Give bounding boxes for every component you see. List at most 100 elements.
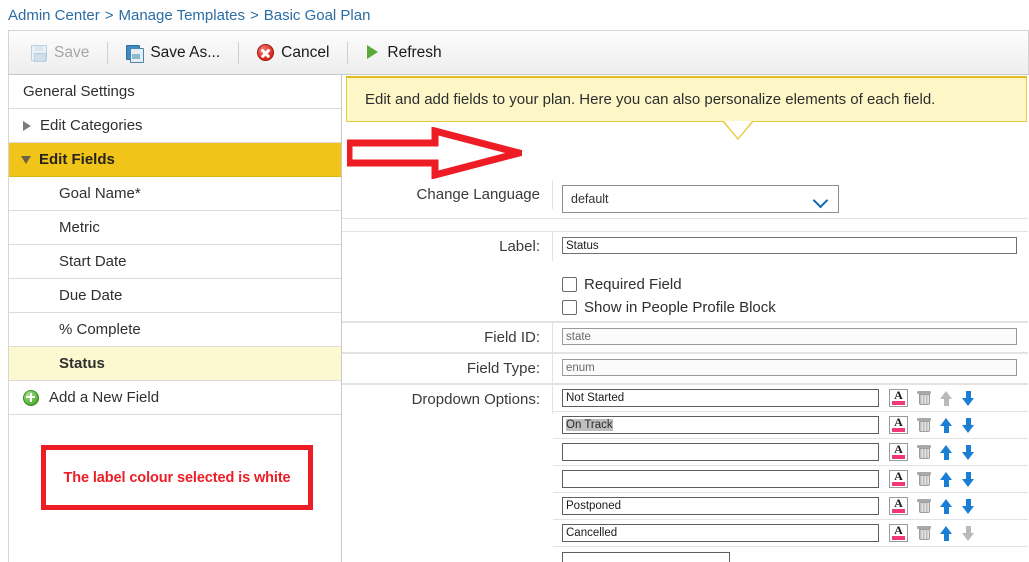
sidebar-item-label: General Settings — [23, 83, 135, 100]
change-language-selected-value: default — [571, 192, 609, 206]
breadcrumb-item-admin-center[interactable]: Admin Center — [8, 7, 100, 24]
change-language-label: Change Language — [342, 180, 553, 209]
info-banner: Edit and add fields to your plan. Here y… — [346, 76, 1027, 122]
sidebar-item-status[interactable]: Status — [9, 347, 341, 381]
dropdown-option-input[interactable]: Postponed — [562, 497, 879, 515]
breadcrumb-separator: > — [249, 6, 259, 24]
dropdown-option-actions: A — [889, 497, 975, 515]
save-as-button-label: Save As... — [150, 43, 221, 61]
breadcrumb-item-manage-templates[interactable]: Manage Templates — [118, 7, 244, 24]
move-up-icon[interactable] — [940, 444, 953, 460]
dropdown-option-input[interactable] — [562, 443, 879, 461]
cancel-button-label: Cancel — [281, 43, 330, 61]
toolbar: Save Save As... Cancel Refresh — [8, 30, 1029, 75]
show-in-people-profile-block-checkbox-row[interactable]: Show in People Profile Block — [562, 299, 1028, 316]
trash-icon[interactable] — [917, 498, 931, 514]
sidebar-item-label: Status — [59, 355, 105, 372]
cancel-button[interactable]: Cancel — [253, 42, 333, 64]
sidebar-item-start-date[interactable]: Start Date — [9, 245, 341, 279]
change-language-select[interactable]: default — [562, 185, 839, 213]
save-button: Save — [27, 42, 93, 64]
dropdown-option-actions: A — [889, 524, 975, 542]
show-in-people-profile-block-label: Show in People Profile Block — [584, 299, 776, 316]
dropdown-option-actions: A — [889, 470, 975, 488]
refresh-button[interactable]: Refresh — [362, 42, 445, 64]
move-up-icon[interactable] — [940, 525, 953, 541]
sidebar-item-label: Due Date — [59, 287, 123, 304]
trash-icon[interactable] — [917, 471, 931, 487]
trash-icon[interactable] — [917, 444, 931, 460]
required-field-checkbox[interactable] — [562, 277, 577, 292]
sidebar-item-goal-name[interactable]: Goal Name* — [9, 177, 341, 211]
sidebar-item-label: Goal Name* — [59, 185, 141, 202]
main-content: General Settings Edit Categories Edit Fi… — [8, 75, 1029, 562]
font-color-icon[interactable]: A — [889, 443, 908, 461]
trash-icon[interactable] — [917, 390, 931, 406]
add-a-new-field-label: Add a New Field — [49, 389, 160, 406]
move-up-icon — [940, 390, 953, 406]
font-color-icon[interactable]: A — [889, 497, 908, 515]
label-field-label: Label: — [342, 232, 553, 261]
plus-circle-icon — [23, 389, 39, 406]
add-a-new-field-button[interactable]: Add a New Field — [9, 381, 341, 415]
font-color-icon[interactable]: A — [889, 389, 908, 407]
field-type-row: Field Type: enum — [342, 353, 1028, 384]
sidebar-item-label: Edit Categories — [40, 117, 143, 134]
dropdown-option-selected-text: On Track — [566, 419, 613, 431]
dropdown-option-input[interactable]: On Track — [562, 416, 879, 434]
dropdown-options-row: Dropdown Options: Not Started A On Track — [342, 384, 1028, 562]
dropdown-option-new-input[interactable] — [562, 551, 730, 562]
move-down-icon[interactable] — [962, 471, 975, 487]
sidebar-item-due-date[interactable]: Due Date — [9, 279, 341, 313]
sidebar-item-general-settings[interactable]: General Settings — [9, 75, 341, 109]
info-banner-text: Edit and add fields to your plan. Here y… — [365, 91, 936, 108]
field-id-row: Field ID: state — [342, 322, 1028, 353]
sidebar: General Settings Edit Categories Edit Fi… — [8, 75, 342, 562]
move-down-icon[interactable] — [962, 498, 975, 514]
dropdown-option-row: Not Started A — [553, 385, 1028, 412]
move-up-icon[interactable] — [940, 417, 953, 433]
breadcrumb-item-basic-goal-plan: Basic Goal Plan — [263, 6, 371, 24]
sidebar-item-edit-categories[interactable]: Edit Categories — [9, 109, 341, 143]
chevron-down-icon — [21, 155, 31, 164]
move-up-icon[interactable] — [940, 471, 953, 487]
show-in-people-profile-block-checkbox[interactable] — [562, 300, 577, 315]
annotation-arrow — [347, 127, 522, 179]
refresh-icon — [366, 45, 380, 60]
move-up-icon[interactable] — [940, 498, 953, 514]
refresh-button-label: Refresh — [387, 43, 442, 61]
dropdown-option-input[interactable]: Cancelled — [562, 524, 879, 542]
save-as-button[interactable]: Save As... — [122, 42, 224, 64]
field-detail-form: Change Language default Label: Status Re… — [342, 180, 1028, 562]
font-color-icon[interactable]: A — [889, 524, 908, 542]
move-down-icon[interactable] — [962, 444, 975, 460]
sidebar-item-percent-complete[interactable]: % Complete — [9, 313, 341, 347]
move-down-icon[interactable] — [962, 390, 975, 406]
sidebar-item-label: Start Date — [59, 253, 127, 270]
sidebar-item-label: Edit Fields — [39, 151, 115, 168]
font-color-icon[interactable]: A — [889, 416, 908, 434]
field-id-label: Field ID: — [342, 323, 553, 352]
label-row: Label: Status Required Field Show in Peo… — [342, 231, 1028, 322]
field-id-input: state — [562, 328, 1017, 345]
move-down-icon[interactable] — [962, 417, 975, 433]
trash-icon[interactable] — [917, 525, 931, 541]
dropdown-option-actions: A — [889, 389, 975, 407]
label-input[interactable]: Status — [562, 237, 1017, 254]
required-field-checkbox-row[interactable]: Required Field — [562, 276, 1028, 293]
chevron-down-icon — [812, 192, 829, 209]
trash-icon[interactable] — [917, 417, 931, 433]
toolbar-divider — [107, 41, 109, 64]
field-type-input: enum — [562, 359, 1017, 376]
move-down-icon — [962, 525, 975, 541]
dropdown-option-input[interactable]: Not Started — [562, 389, 879, 407]
info-banner-pointer — [722, 120, 754, 140]
cancel-icon — [257, 44, 275, 61]
sidebar-item-metric[interactable]: Metric — [9, 211, 341, 245]
chevron-right-icon — [23, 120, 31, 131]
font-color-icon[interactable]: A — [889, 470, 908, 488]
dropdown-option-input[interactable] — [562, 470, 879, 488]
required-field-label: Required Field — [584, 276, 682, 293]
sidebar-item-edit-fields[interactable]: Edit Fields — [9, 143, 341, 177]
save-button-label: Save — [54, 43, 90, 61]
